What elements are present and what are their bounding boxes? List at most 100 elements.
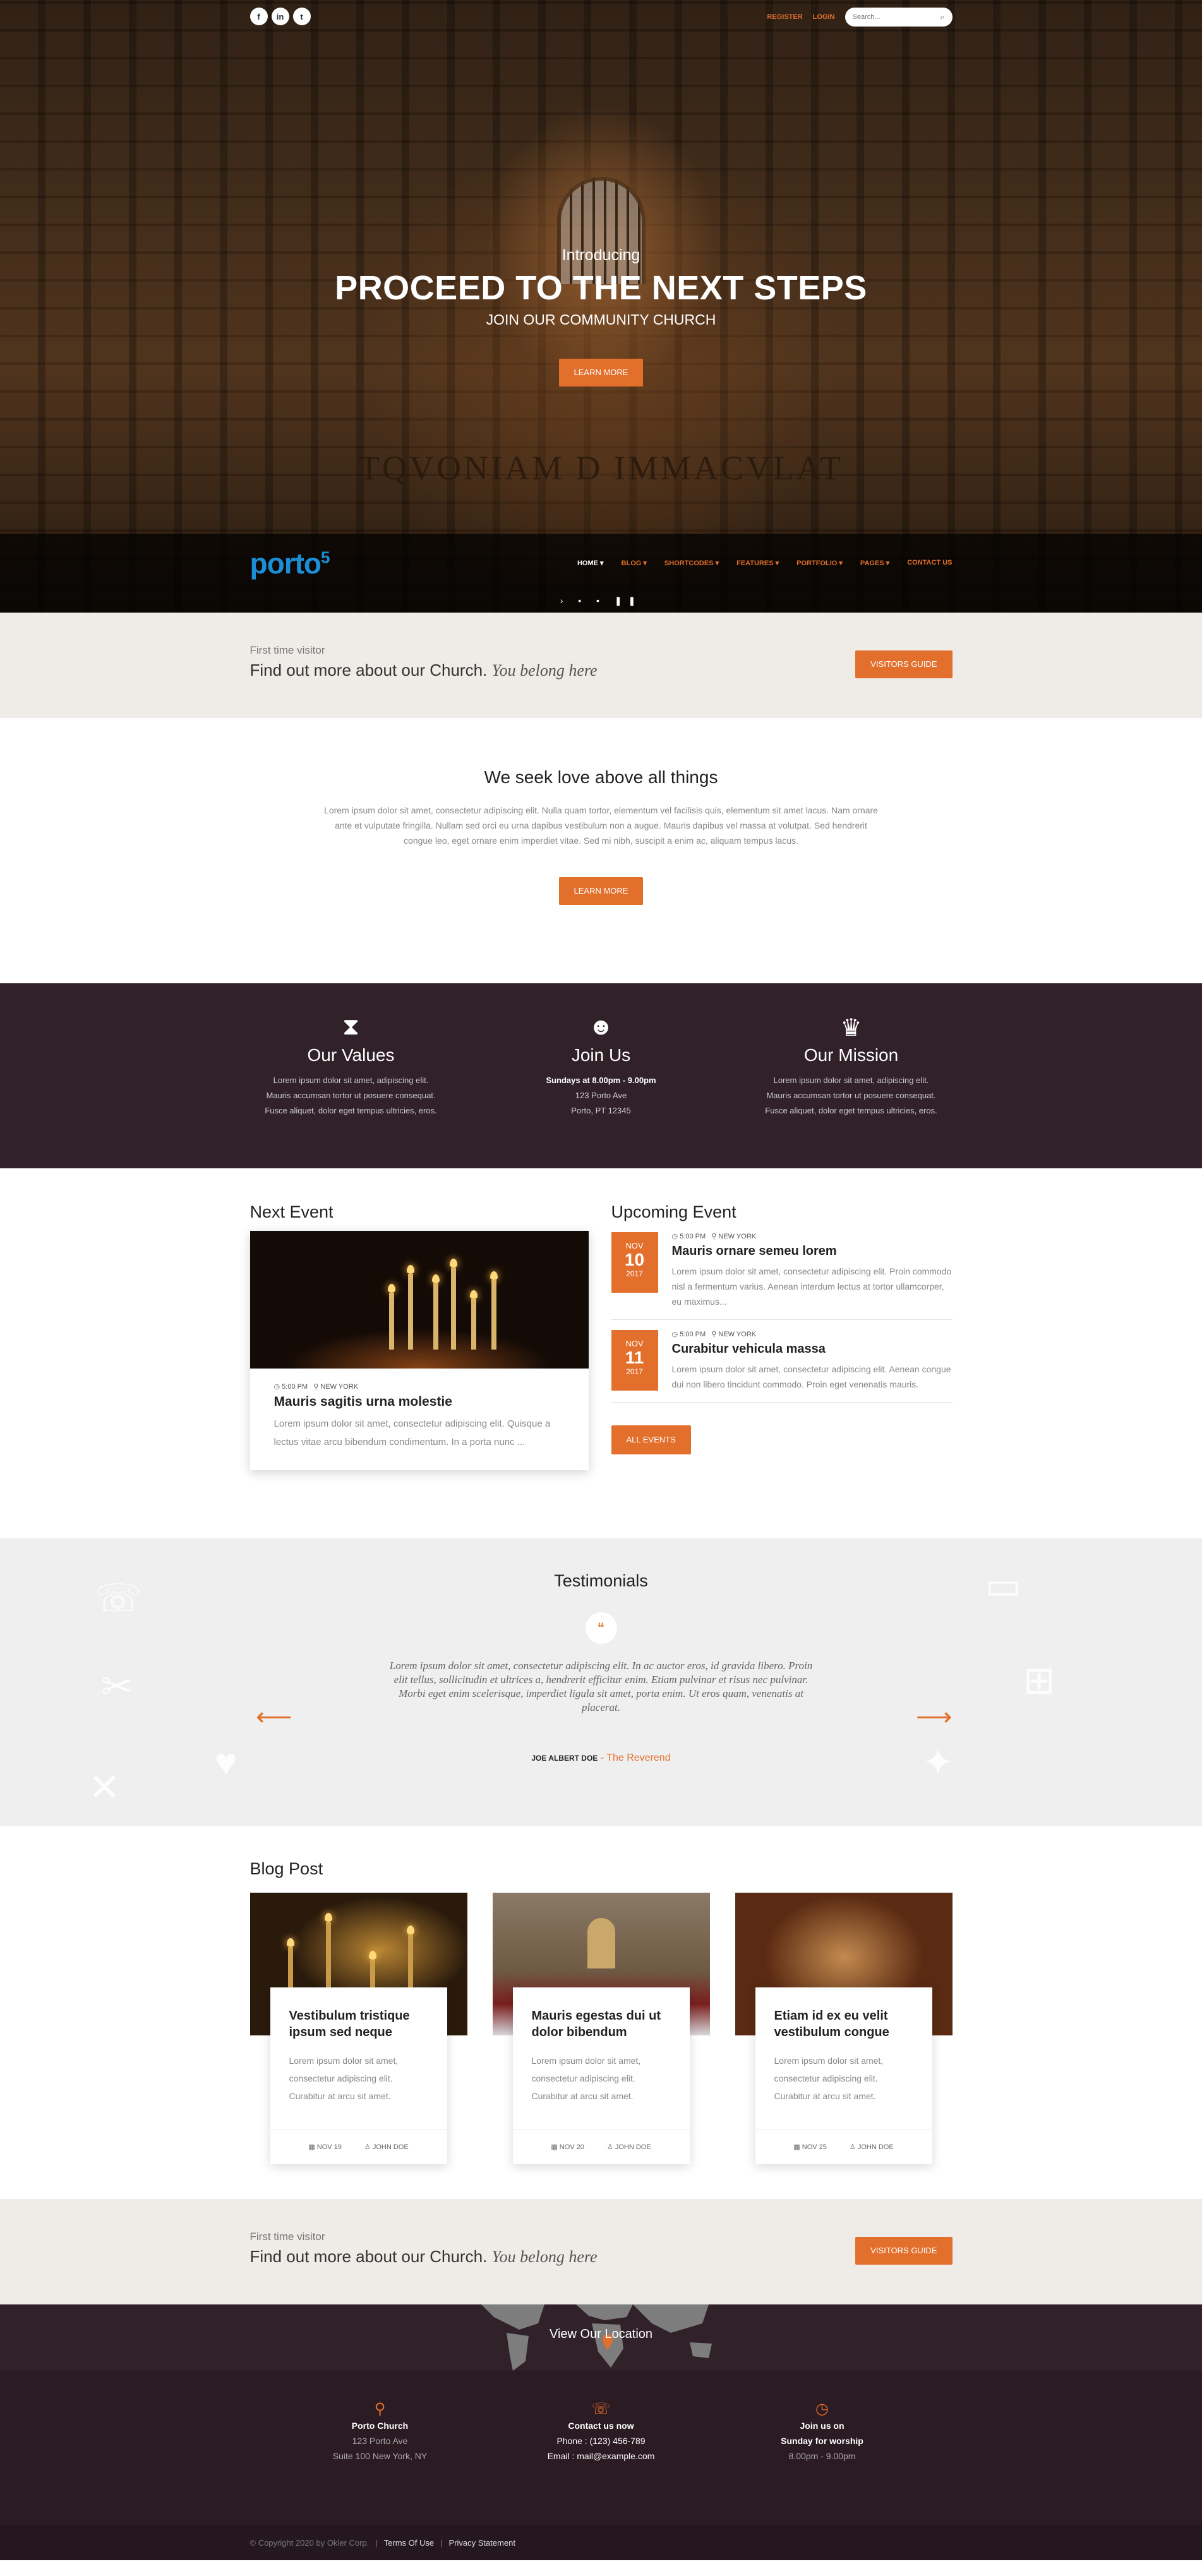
window-shape <box>587 1918 615 1968</box>
hero-learn-more-button[interactable]: LEARN MORE <box>558 359 644 386</box>
event-meta: ◷ 5:00 PM ⚲ NEW YORK <box>273 1383 359 1391</box>
terms-link[interactable]: Terms Of Use <box>384 2538 434 2548</box>
event-text: Lorem ipsum dolor sit amet, consectetur … <box>273 1418 551 1447</box>
slider-controls[interactable]: › • • ❚❚ <box>0 596 1202 606</box>
hero-text: Introducing PROCEED TO THE NEXT STEPS JO… <box>0 246 1202 386</box>
event-time: 5:00 PM <box>282 1383 308 1391</box>
location-section[interactable]: View Our Location <box>0 2304 1202 2371</box>
join-us-column: ☻ Join Us Sundays at 8.00pm - 9.00pm 123 … <box>500 1014 702 1118</box>
event-place: NEW YORK <box>718 1331 757 1338</box>
logo-text: porto <box>249 547 322 580</box>
blog-title: Blog Post <box>249 1859 323 1878</box>
footer-line: 8.00pm - 9.00pm <box>788 2451 856 2461</box>
privacy-link[interactable]: Privacy Statement <box>449 2538 516 2548</box>
login-link[interactable]: LOGIN <box>813 13 835 21</box>
twitter-icon[interactable]: t <box>292 8 311 25</box>
event-year: 2017 <box>626 1269 643 1278</box>
footer-email[interactable]: Email : mail@example.com <box>548 2451 655 2461</box>
join-us-title: Join Us <box>571 1045 631 1065</box>
event-title[interactable]: Mauris ornare semeu lorem <box>672 1244 953 1259</box>
love-section: We seek love above all things Lorem ipsu… <box>0 718 1202 983</box>
arrow-right-icon[interactable]: ⟶ <box>916 1703 952 1732</box>
nav-item-blog-label: BLOG <box>621 560 642 567</box>
event-meta: ◷ 5:00 PM ⚲ NEW YORK <box>671 1233 757 1240</box>
view-location-label[interactable]: View Our Location <box>0 2327 1202 2342</box>
nav-item-shortcodes[interactable]: SHORTCODES ▾ <box>664 559 719 567</box>
join-us-address: 123 Porto Ave <box>575 1091 627 1100</box>
footer-hours: ◷ Join us on Sunday for worship 8.00pm - 9… <box>728 2400 917 2464</box>
nav-item-blog[interactable]: BLOG ▾ <box>622 559 647 567</box>
hero-inscription: TQVONIAM D IMMACVLAT <box>359 449 843 487</box>
footer-line: Suite 100 New York, NY <box>332 2451 428 2461</box>
post-title[interactable]: Mauris egestas dui ut dolor bibendum <box>532 2008 671 2040</box>
testimonial-author: JOE ALBERT DOE - The Reverend <box>0 1752 1202 1764</box>
blog-post-card[interactable]: Vestibulum tristique ipsum sed neque Lor… <box>249 1893 467 2183</box>
visitor-heading-text: Find out more about our Church. <box>249 2247 488 2266</box>
event-date-badge: NOV 10 2017 <box>611 1232 658 1293</box>
footer-address: ⚲ Porto Church 123 Porto Ave Suite 100 New… <box>285 2400 475 2464</box>
search-input[interactable] <box>852 13 929 21</box>
values-text: Lorem ipsum dolor sit amet, adipiscing e… <box>250 1073 452 1118</box>
nav-item-features[interactable]: FEATURES ▾ <box>736 559 779 567</box>
linkedin-icon[interactable]: in <box>271 8 289 25</box>
event-title[interactable]: Mauris sagitis urna molestie <box>274 1394 565 1410</box>
logo[interactable]: porto5 <box>250 546 330 580</box>
love-learn-more-button[interactable]: LEARN MORE <box>558 877 644 905</box>
register-link[interactable]: REGISTER <box>767 13 802 21</box>
top-links: REGISTER LOGIN ⌕ <box>767 8 953 27</box>
event-date-badge: NOV 11 2017 <box>611 1330 658 1391</box>
visitor-heading-text: Find out more about our Church. <box>249 661 488 680</box>
footer-phone[interactable]: Phone : (123) 456-789 <box>556 2436 645 2446</box>
footer-line: Sunday for worship <box>781 2436 863 2446</box>
upcoming-event-item[interactable]: NOV 11 2017 ◷ 5:00 PM ⚲ NEW YORK Curabit… <box>611 1320 953 1403</box>
event-text: Lorem ipsum dolor sit amet, consectetur … <box>671 1364 951 1389</box>
nav-item-portfolio[interactable]: PORTFOLIO ▾ <box>796 559 843 567</box>
wrench-icon: ✕ <box>88 1766 121 1809</box>
post-date: ▦ NOV 25 <box>793 2143 827 2151</box>
love-text: Lorem ipsum dolor sit amet, consectetur … <box>324 805 878 846</box>
visitor-heading-italic: You belong here <box>491 2248 598 2266</box>
event-month: NOV <box>625 1241 644 1250</box>
post-excerpt: Lorem ipsum dolor sit amet, consectetur … <box>774 2056 884 2101</box>
events-section: Next Event ◷ 5:00 PM ⚲ NEW YORK Mauris s… <box>0 1168 1202 1538</box>
tools-icon: ✂ <box>101 1665 133 1708</box>
nav-item-home[interactable]: HOME ▾ <box>577 559 604 567</box>
mission-line: Mauris accumsan tortor ut posuere conseq… <box>766 1091 936 1100</box>
event-place: NEW YORK <box>718 1233 757 1240</box>
event-place: NEW YORK <box>320 1383 359 1391</box>
event-day: 11 <box>625 1348 644 1367</box>
nav-item-shortcodes-label: SHORTCODES <box>664 560 714 567</box>
search-icon[interactable]: ⌕ <box>940 12 944 22</box>
post-title[interactable]: Etiam id ex eu velit vestibulum congue <box>774 2008 913 2040</box>
facebook-icon[interactable]: f <box>249 8 268 25</box>
values-column: ⧗ Our Values Lorem ipsum dolor sit amet,… <box>250 1014 452 1118</box>
next-event-card[interactable]: ◷ 5:00 PM ⚲ NEW YORK Mauris sagitis urna… <box>249 1231 589 1470</box>
arrow-left-icon[interactable]: ⟵ <box>256 1703 292 1732</box>
event-month: NOV <box>625 1339 644 1348</box>
post-title[interactable]: Vestibulum tristique ipsum sed neque <box>289 2008 428 2040</box>
candle <box>431 1274 440 1350</box>
visitors-guide-button[interactable]: VISITORS GUIDE <box>855 650 953 678</box>
values-line: Lorem ipsum dolor sit amet, adipiscing e… <box>273 1075 429 1085</box>
visitor-heading: Find out more about our Church. You belo… <box>250 2247 598 2267</box>
all-events-button[interactable]: ALL EVENTS <box>611 1425 691 1454</box>
mission-text: Lorem ipsum dolor sit amet, adipiscing e… <box>750 1073 953 1118</box>
footer-contact-text: Contact us now Phone : (123) 456-789 Email… <box>507 2418 696 2464</box>
mission-line: Lorem ipsum dolor sit amet, adipiscing e… <box>773 1075 929 1085</box>
author-name: JOE ALBERT DOE <box>531 1754 598 1763</box>
testimonial-text: Lorem ipsum dolor sit amet, consectetur … <box>389 1660 813 1713</box>
post-author: ♙ JOHN DOE <box>364 2143 409 2151</box>
search-box: ⌕ <box>844 8 953 27</box>
visitors-guide-button[interactable]: VISITORS GUIDE <box>855 2237 953 2265</box>
nav-item-contact[interactable]: CONTACT US <box>907 559 952 567</box>
blog-post-card[interactable]: Mauris egestas dui ut dolor bibendum Lor… <box>492 1893 710 2183</box>
visitor-heading: Find out more about our Church. You belo… <box>250 661 598 680</box>
upcoming-event-item[interactable]: NOV 10 2017 ◷ 5:00 PM ⚲ NEW YORK Mauris … <box>611 1222 953 1320</box>
event-title[interactable]: Curabitur vehicula massa <box>672 1342 953 1357</box>
love-title: We seek love above all things <box>484 767 718 787</box>
blog-post-card[interactable]: Etiam id ex eu velit vestibulum congue L… <box>735 1893 953 2183</box>
values-title: Our Values <box>307 1045 395 1065</box>
post-author-text: JOHN DOE <box>372 2143 409 2151</box>
clock-icon: ◷ <box>815 2400 829 2417</box>
nav-item-pages[interactable]: PAGES ▾ <box>860 559 889 567</box>
